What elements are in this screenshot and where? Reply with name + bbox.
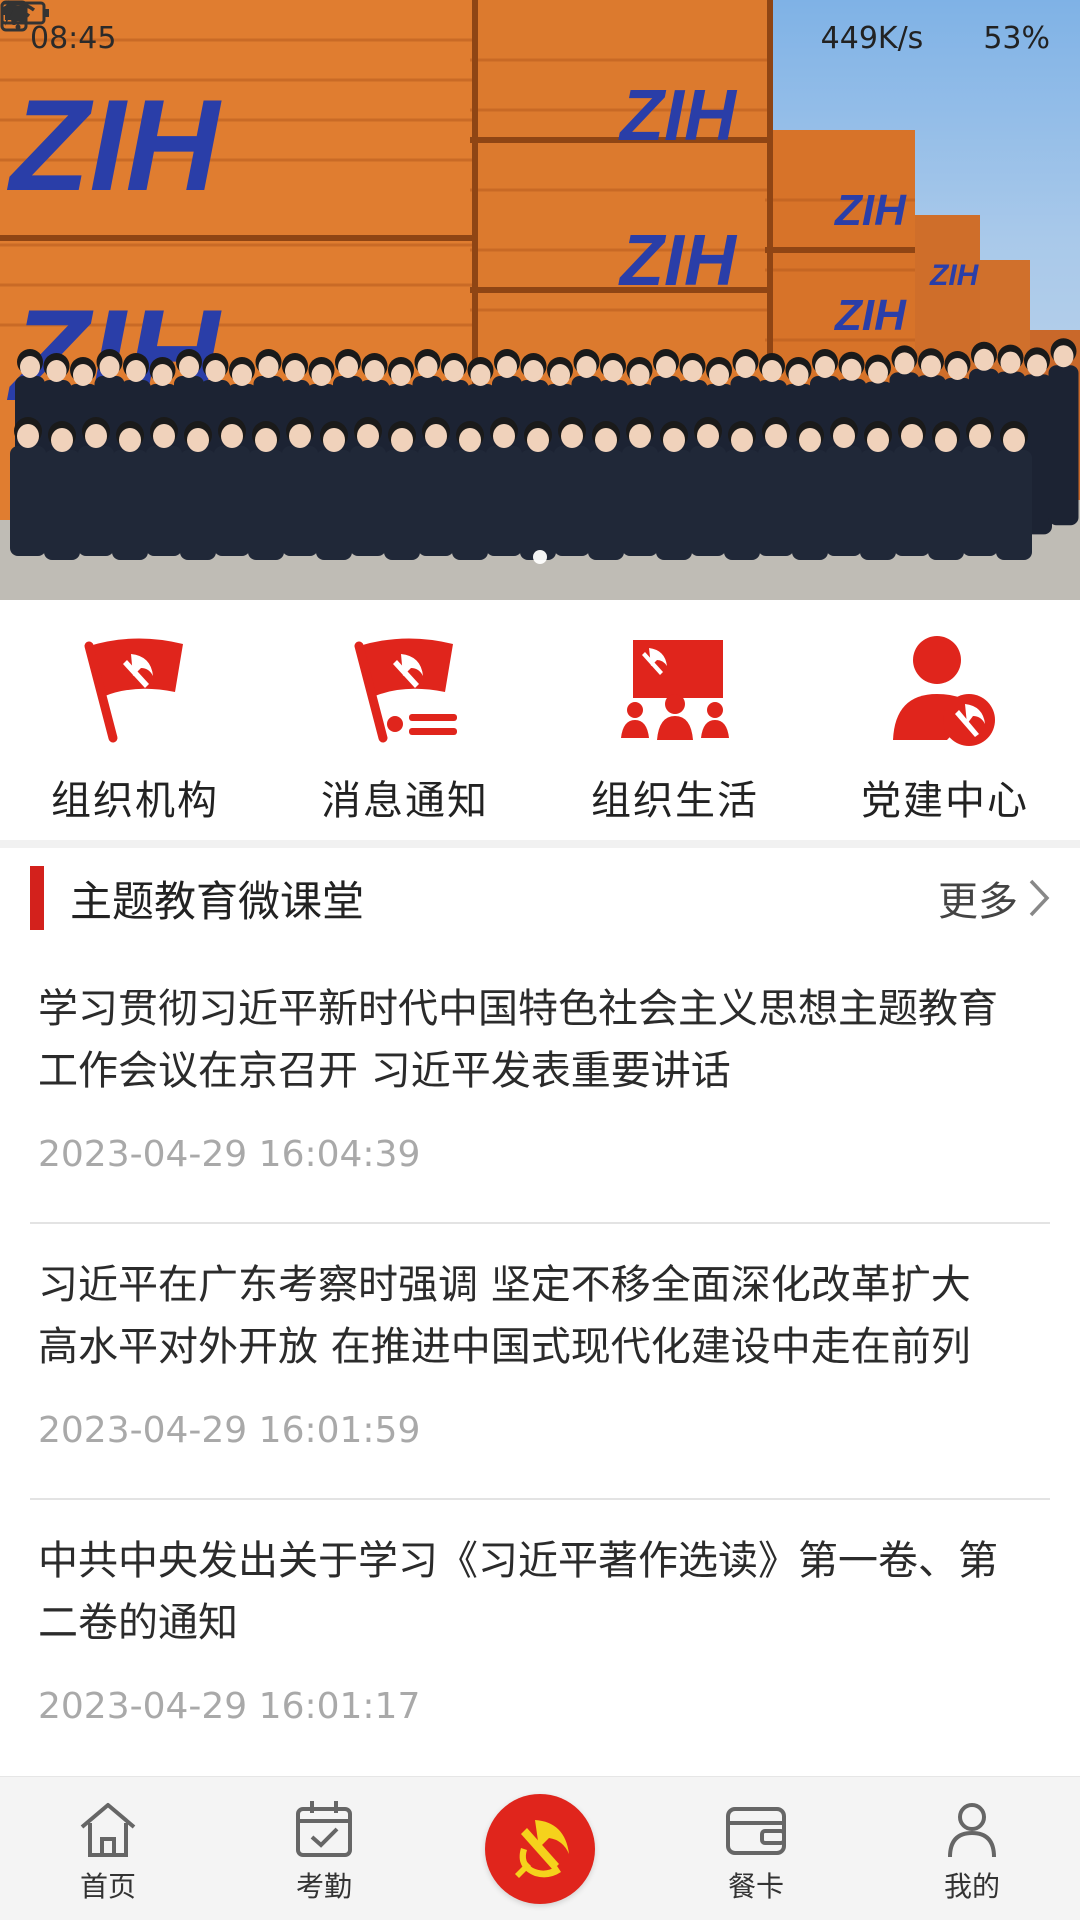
news-title: 中共中央发出关于学习《习近平著作选读》第一卷、第二卷的通知: [38, 1538, 998, 1646]
menu-notifications[interactable]: 消息通知: [270, 600, 540, 840]
party-center-button[interactable]: [485, 1794, 595, 1904]
tab-home[interactable]: 首页: [0, 1777, 216, 1920]
tab-label: 餐卡: [727, 1870, 784, 1903]
party-member-icon: [893, 636, 995, 746]
calendar-check-icon: [296, 1801, 352, 1857]
section-header: 主题教育微课堂 更多: [0, 848, 1080, 948]
party-flag-icon: [84, 638, 183, 743]
menu-label: 组织生活: [591, 778, 759, 824]
banner-image: ZIH ZIH ZIH ZIH ZIH ZIH ZIH: [0, 0, 1080, 600]
banner-logo-text-3: ZIH: [618, 76, 738, 156]
menu-label: 消息通知: [321, 778, 489, 824]
party-emblem-icon: [515, 1820, 569, 1878]
banner-logo-text-1: ZIH: [6, 72, 223, 218]
news-list: 学习贯彻习近平新时代中国特色社会主义思想主题教育工作会议在京召开 习近平发表重要…: [30, 948, 1050, 1776]
tab-label: 我的: [943, 1870, 1000, 1903]
menu-org-life[interactable]: 组织生活: [540, 600, 810, 840]
news-timestamp: 2023-04-29 16:01:17: [38, 1686, 421, 1727]
party-flag-message-icon: [354, 638, 457, 743]
status-indicators: 449K/s 53%: [0, 0, 1050, 56]
menu-party-center[interactable]: 党建中心: [810, 600, 1080, 840]
menu-label: 党建中心: [861, 778, 1029, 824]
home-icon: [80, 1803, 136, 1857]
news-item[interactable]: 习近平在广东考察时强调 坚定不移全面深化改革扩大高水平对外开放 在推进中国式现代…: [30, 1224, 1050, 1500]
banner-carousel[interactable]: ZIH ZIH ZIH ZIH ZIH ZIH ZIH 08:45 449K/s: [0, 0, 1080, 600]
section-title: 主题教育微课堂: [70, 876, 365, 926]
menu-label: 组织机构: [51, 778, 219, 824]
more-link[interactable]: 更多: [938, 869, 1050, 927]
user-icon: [948, 1803, 996, 1858]
banner-logo-text-4: ZIH: [618, 221, 738, 301]
news-item[interactable]: 中共中央发出关于学习《习近平著作选读》第一卷、第二卷的通知 2023-04-29…: [30, 1500, 1050, 1776]
tab-label: 考勤: [295, 1870, 352, 1903]
news-item[interactable]: 学习贯彻习近平新时代中国特色社会主义思想主题教育工作会议在京召开 习近平发表重要…: [30, 948, 1050, 1224]
party-group-icon: [621, 640, 729, 740]
card-icon: [726, 1807, 786, 1855]
news-timestamp: 2023-04-29 16:04:39: [38, 1134, 421, 1175]
tab-attendance[interactable]: 考勤: [216, 1777, 432, 1920]
tab-profile[interactable]: 我的: [864, 1777, 1080, 1920]
divider: [0, 840, 1080, 848]
svg-text:ZIH: ZIH: [833, 291, 907, 340]
carousel-indicator[interactable]: [533, 550, 547, 564]
svg-text:ZIH: ZIH: [833, 186, 907, 235]
quick-menu: 组织机构 消息通知 组织生活 党建中心: [0, 600, 1080, 840]
svg-text:ZIH: ZIH: [929, 259, 980, 292]
battery-level: 53%: [983, 20, 1050, 56]
news-title: 学习贯彻习近平新时代中国特色社会主义思想主题教育工作会议在京召开 习近平发表重要…: [38, 986, 998, 1094]
menu-organization[interactable]: 组织机构: [0, 600, 270, 840]
news-title: 习近平在广东考察时强调 坚定不移全面深化改革扩大高水平对外开放 在推进中国式现代…: [38, 1262, 971, 1370]
tab-meal-card[interactable]: 餐卡: [648, 1777, 864, 1920]
news-timestamp: 2023-04-29 16:01:59: [38, 1410, 421, 1451]
more-label: 更多: [938, 879, 1018, 925]
section-accent-bar: [30, 866, 44, 930]
chevron-right-icon: [1029, 879, 1050, 917]
network-speed: 449K/s: [820, 20, 924, 56]
tab-label: 首页: [79, 1870, 136, 1903]
status-bar: 08:45 449K/s 53%: [0, 0, 1080, 76]
